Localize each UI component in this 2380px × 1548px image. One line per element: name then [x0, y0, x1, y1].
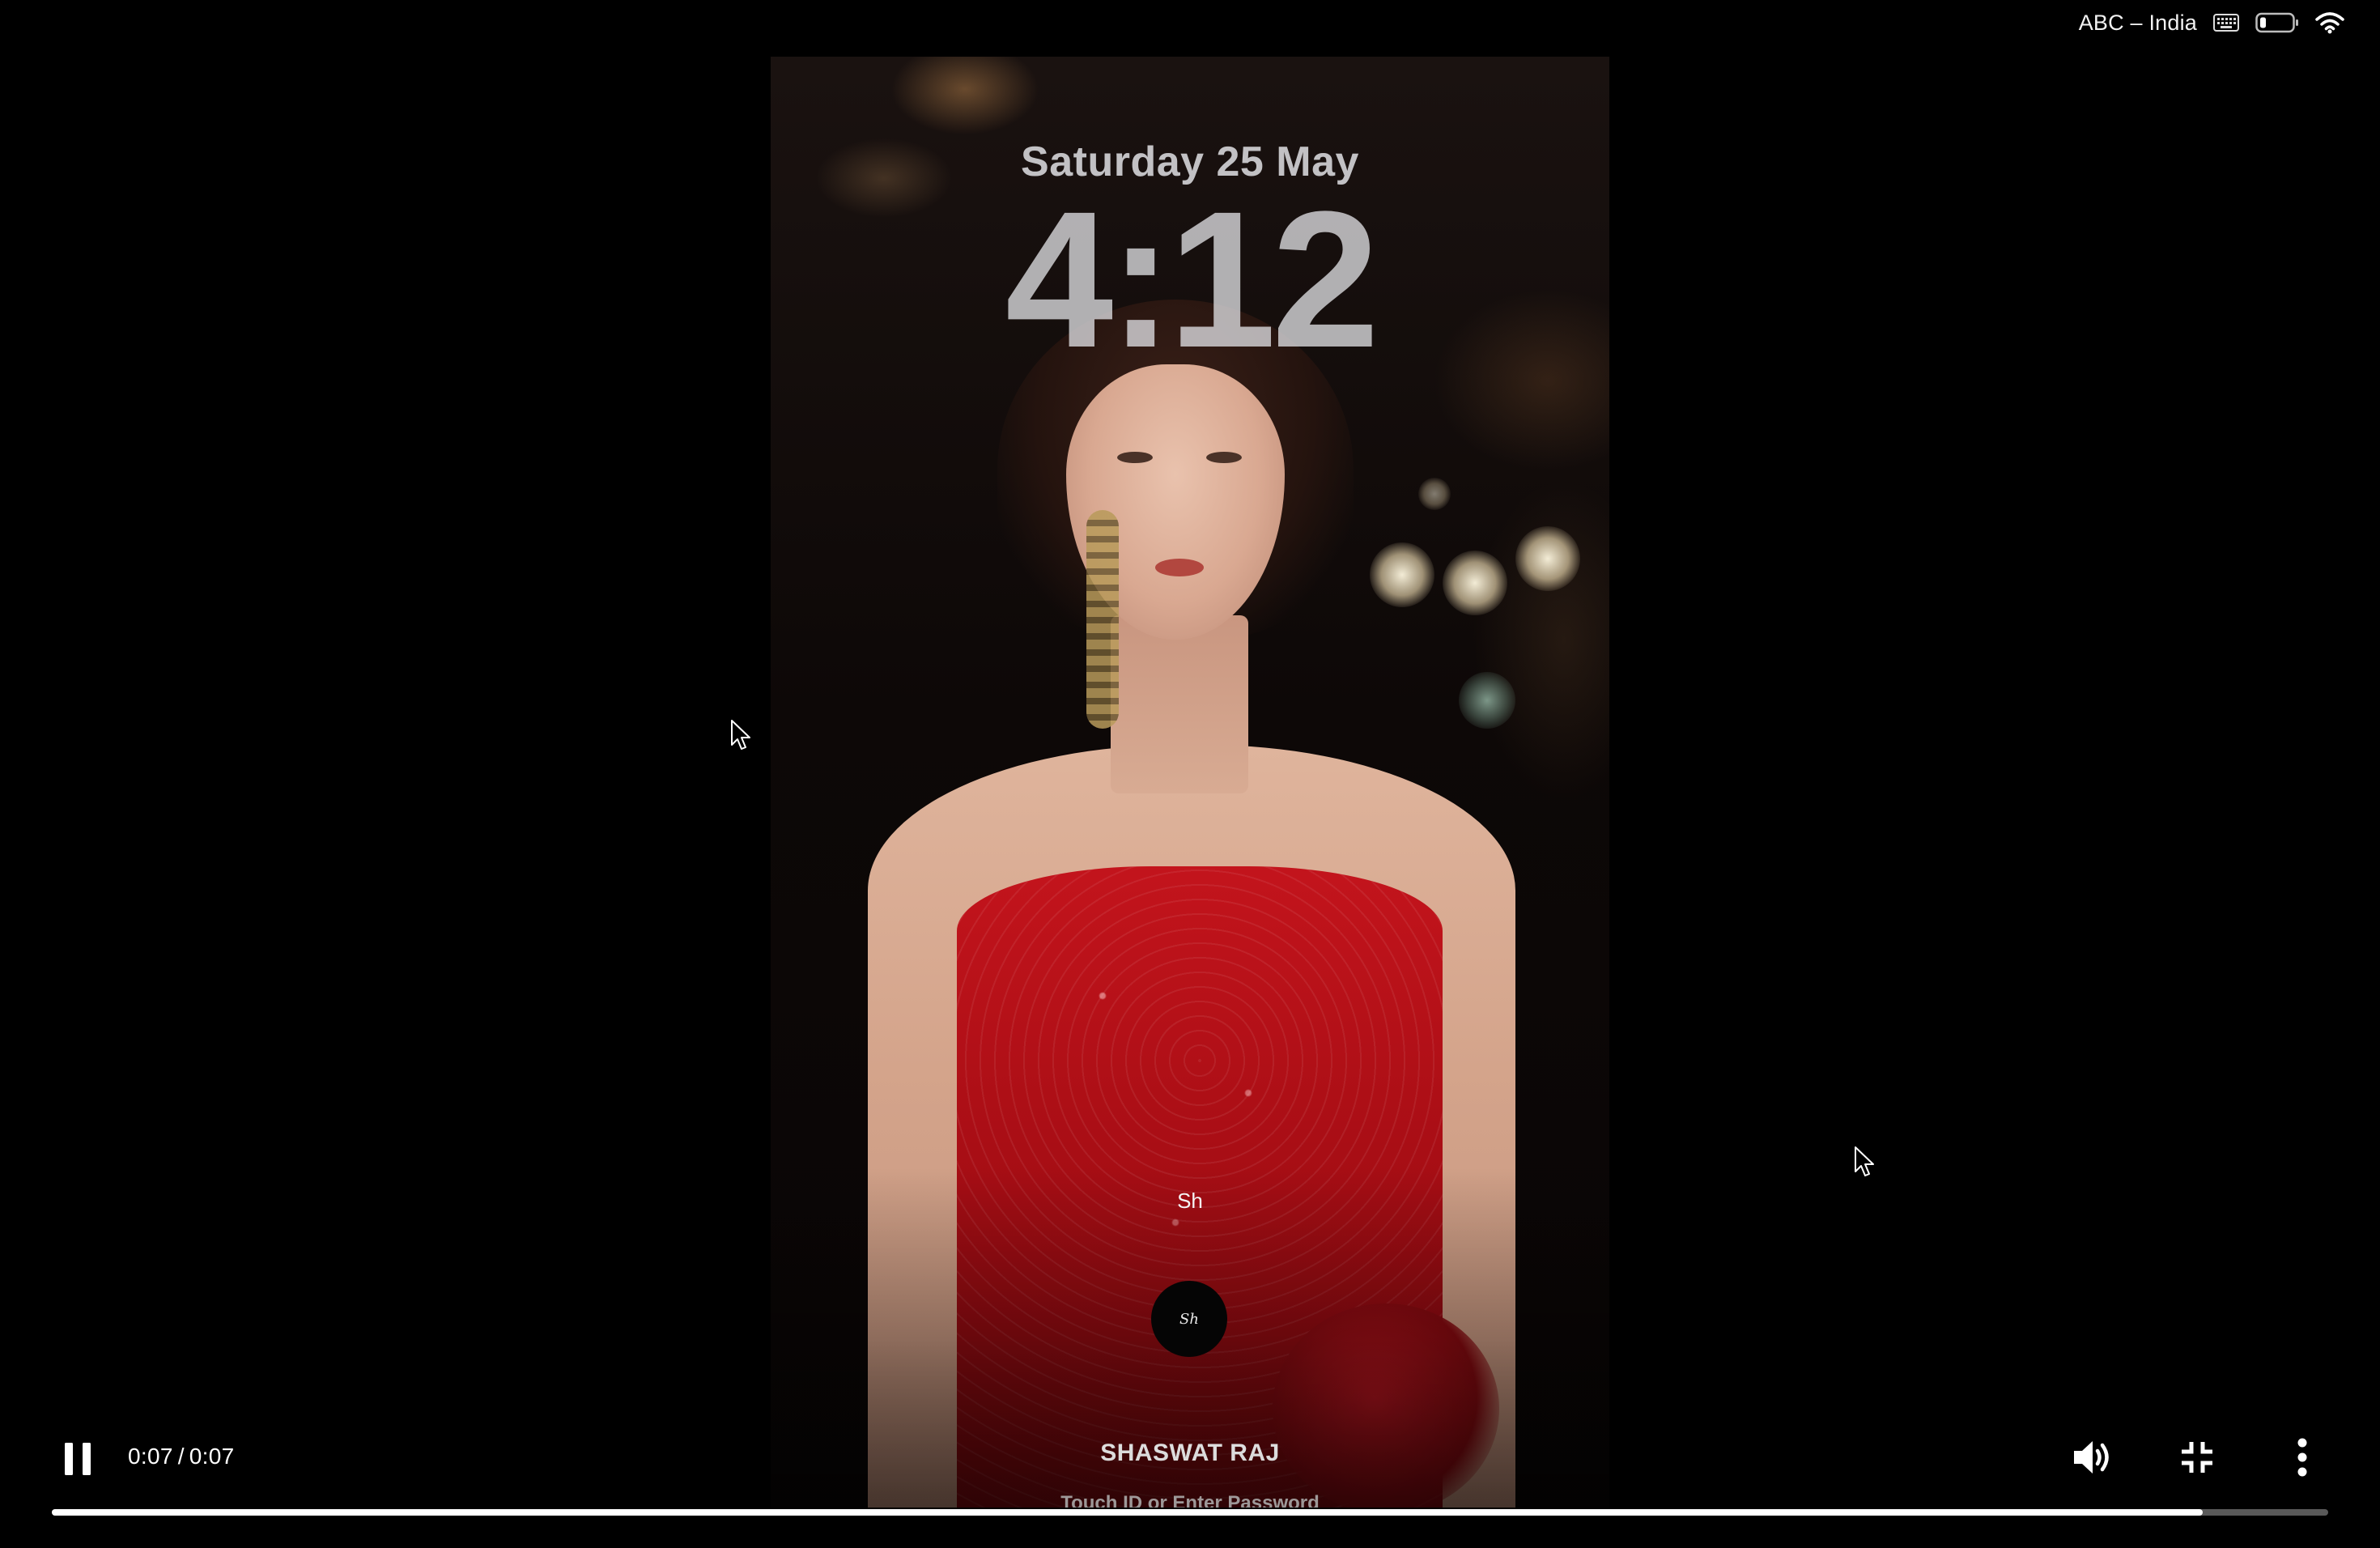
exit-fullscreen-icon [2182, 1442, 2212, 1473]
avatar: Sh [1151, 1281, 1227, 1357]
subject-eye [1206, 452, 1242, 463]
pause-button[interactable] [49, 1430, 107, 1488]
volume-button[interactable] [2064, 1427, 2123, 1488]
subject-eye [1117, 452, 1153, 463]
avatar-initials: Sh [1179, 1310, 1199, 1328]
duration: 0:07 [189, 1444, 235, 1469]
pause-icon [65, 1443, 91, 1475]
progress-bar[interactable] [52, 1509, 2328, 1516]
mouse-cursor-icon [1854, 1146, 1876, 1178]
more-options-button[interactable] [2273, 1427, 2331, 1488]
more-vert-icon [2297, 1438, 2307, 1477]
keyboard-icon[interactable] [2213, 14, 2239, 32]
time-display: 0:07/0:07 [128, 1444, 235, 1469]
exit-fullscreen-button[interactable] [2168, 1428, 2226, 1486]
battery-icon[interactable] [2255, 12, 2299, 33]
current-time: 0:07 [128, 1444, 173, 1469]
lock-screen-password-prompt: Touch ID or Enter Password [1060, 1492, 1320, 1508]
subject-neck [1111, 615, 1248, 793]
lock-screen-username: SHASWAT RAJ [1100, 1440, 1280, 1466]
menubar-status-area: ABC – India [2079, 0, 2380, 45]
video-frame[interactable]: Saturday 25 May 4:12 Sh Sh SHASWAT RAJ T… [771, 57, 1609, 1508]
mouse-cursor-icon [730, 719, 753, 751]
lock-screen-time: 4:12 [1005, 171, 1379, 388]
wifi-icon[interactable] [2315, 11, 2344, 34]
subject-lips [1155, 559, 1204, 576]
volume-icon [2074, 1441, 2109, 1474]
subject-earring [1086, 510, 1119, 729]
input-source-label[interactable]: ABC – India [2079, 11, 2197, 36]
time-separator: / [177, 1444, 185, 1469]
lock-screen-hint-text: Sh [1177, 1189, 1203, 1213]
progress-bar-fill [52, 1509, 2204, 1516]
